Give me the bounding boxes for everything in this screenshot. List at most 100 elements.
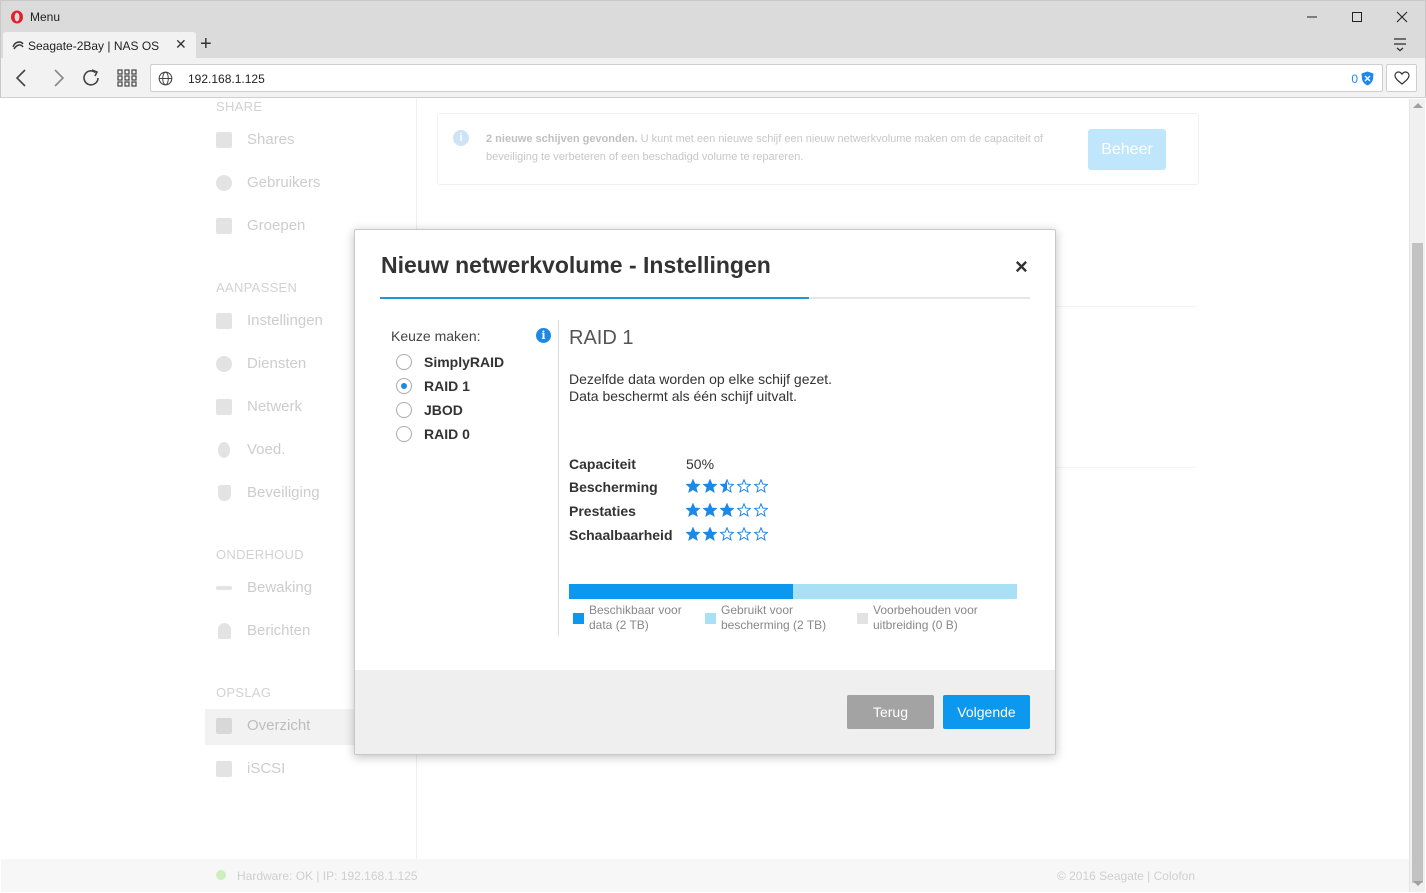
speed-dial-icon[interactable] <box>116 68 138 88</box>
legend-available: Beschikbaar voor data (2 TB) <box>569 603 709 635</box>
star-empty-icon <box>754 503 768 517</box>
star-filled-icon <box>686 479 700 493</box>
browser-titlebar: Menu <box>0 0 1426 32</box>
scroll-up-icon[interactable] <box>1413 103 1423 108</box>
star-empty-icon <box>737 479 751 493</box>
star-filled-icon <box>703 527 717 541</box>
legend-swatch <box>573 613 584 624</box>
capacity-available-segment <box>569 584 793 599</box>
reload-icon[interactable] <box>81 68 103 88</box>
protection-label: Bescherming <box>569 479 658 495</box>
back-icon[interactable] <box>11 68 33 88</box>
bookmark-heart-button[interactable] <box>1386 64 1417 92</box>
star-filled-icon <box>720 503 734 517</box>
radio-button[interactable] <box>396 354 412 370</box>
minimize-icon[interactable] <box>1301 7 1323 27</box>
iscsi-icon <box>216 761 232 777</box>
address-bar[interactable]: 192.168.1.125 0 <box>150 64 1383 92</box>
star-empty-icon <box>720 527 734 541</box>
browser-tab[interactable]: Seagate-2Bay | NAS OS ✕ <box>3 32 196 58</box>
content-divider <box>1056 306 1196 307</box>
dialog-footer: Terug Volgende <box>355 670 1055 754</box>
url-text[interactable]: 192.168.1.125 <box>188 72 265 86</box>
notice-text: 2 nieuwe schijven gevonden. U kunt met e… <box>486 133 1043 163</box>
new-disks-notice: i 2 nieuwe schijven gevonden. U kunt met… <box>437 113 1199 185</box>
capacity-label: Capaciteit <box>569 456 636 472</box>
new-tab-icon[interactable]: + <box>200 33 212 56</box>
storage-icon <box>216 718 232 734</box>
radio-button[interactable] <box>396 402 412 418</box>
gear-icon <box>216 356 232 372</box>
capacity-bar <box>569 584 1017 599</box>
group-icon <box>216 218 232 234</box>
back-button[interactable]: Terug <box>847 695 934 729</box>
folder-icon <box>216 132 232 148</box>
wrench-icon <box>216 313 232 329</box>
scroll-thumb[interactable] <box>1412 243 1423 883</box>
radio-button[interactable] <box>396 426 412 442</box>
star-empty-icon <box>737 503 751 517</box>
star-empty-icon <box>754 527 768 541</box>
scroll-down-icon[interactable] <box>1413 881 1423 886</box>
sidebar-section-share: SHARE <box>216 99 263 114</box>
shield-icon <box>218 485 231 501</box>
browser-tabbar: Seagate-2Bay | NAS OS ✕ + <box>0 32 1426 58</box>
raid-description: Dezelfde data worden op elke schijf geze… <box>569 371 833 404</box>
sidebar-section-aanpassen: AANPASSEN <box>216 280 298 295</box>
seagate-favicon-icon <box>12 41 24 50</box>
content-divider <box>1056 467 1196 468</box>
wizard-progress-fill <box>380 297 809 299</box>
adblock-shield-icon[interactable] <box>1361 71 1374 86</box>
close-icon[interactable]: × <box>1015 254 1028 280</box>
pulse-icon <box>216 586 232 590</box>
browser-navbar: 192.168.1.125 0 <box>0 58 1426 98</box>
radio-button-selected[interactable] <box>396 378 412 394</box>
sidebar-section-opslag: OPSLAG <box>216 685 272 700</box>
heart-icon <box>1393 71 1410 85</box>
star-filled-icon <box>703 503 717 517</box>
next-button[interactable]: Volgende <box>943 695 1030 729</box>
sidebar-section-onderhoud: ONDERHOUD <box>216 547 304 562</box>
info-icon[interactable]: i <box>536 328 551 343</box>
tab-close-icon[interactable]: ✕ <box>175 36 187 53</box>
window-close-icon[interactable] <box>1391 7 1413 27</box>
choose-label: Keuze maken: <box>391 328 481 344</box>
info-icon: i <box>453 130 469 146</box>
scalability-label: Schaalbaarheid <box>569 527 673 543</box>
capacity-protection-segment <box>793 584 1017 599</box>
star-half-icon <box>720 479 734 493</box>
options-divider <box>558 320 559 636</box>
star-filled-icon <box>686 503 700 517</box>
hardware-status: Hardware: OK | IP: 192.168.1.125 <box>237 869 418 883</box>
bulb-icon <box>218 442 230 458</box>
opera-logo-icon[interactable] <box>10 10 24 24</box>
page-footer: Hardware: OK | IP: 192.168.1.125 © 2016 … <box>1 859 1409 892</box>
star-filled-icon <box>686 527 700 541</box>
manage-button[interactable]: Beheer <box>1088 129 1166 170</box>
raid-title: RAID 1 <box>569 327 634 349</box>
globe-icon <box>158 71 173 86</box>
star-empty-icon <box>737 527 751 541</box>
tab-title: Seagate-2Bay | NAS OS <box>28 39 160 53</box>
maximize-icon[interactable] <box>1346 7 1368 27</box>
legend-reserved: Voorbehouden voor uitbreiding (0 B) <box>853 603 993 635</box>
adblock-count: 0 <box>1351 72 1358 86</box>
browser-menu-label[interactable]: Menu <box>30 10 60 24</box>
legend-swatch <box>857 613 868 624</box>
forward-icon[interactable] <box>47 68 69 88</box>
status-dot-icon <box>216 870 226 880</box>
performance-label: Prestaties <box>569 503 636 519</box>
new-volume-dialog: Nieuw netwerkvolume - Instellingen × Keu… <box>354 229 1056 755</box>
capacity-value: 50% <box>686 456 715 472</box>
legend-protection: Gebruikt voor bescherming (2 TB) <box>701 603 841 635</box>
star-empty-icon <box>754 479 768 493</box>
user-icon <box>216 175 232 191</box>
tab-menu-icon[interactable] <box>1393 36 1407 52</box>
page-scrollbar[interactable] <box>1409 99 1425 892</box>
network-icon <box>216 399 232 415</box>
bell-icon <box>218 623 231 639</box>
copyright[interactable]: © 2016 Seagate | Colofon <box>1057 869 1195 883</box>
star-filled-icon <box>703 479 717 493</box>
dialog-title: Nieuw netwerkvolume - Instellingen <box>381 252 771 278</box>
legend-swatch <box>705 613 716 624</box>
